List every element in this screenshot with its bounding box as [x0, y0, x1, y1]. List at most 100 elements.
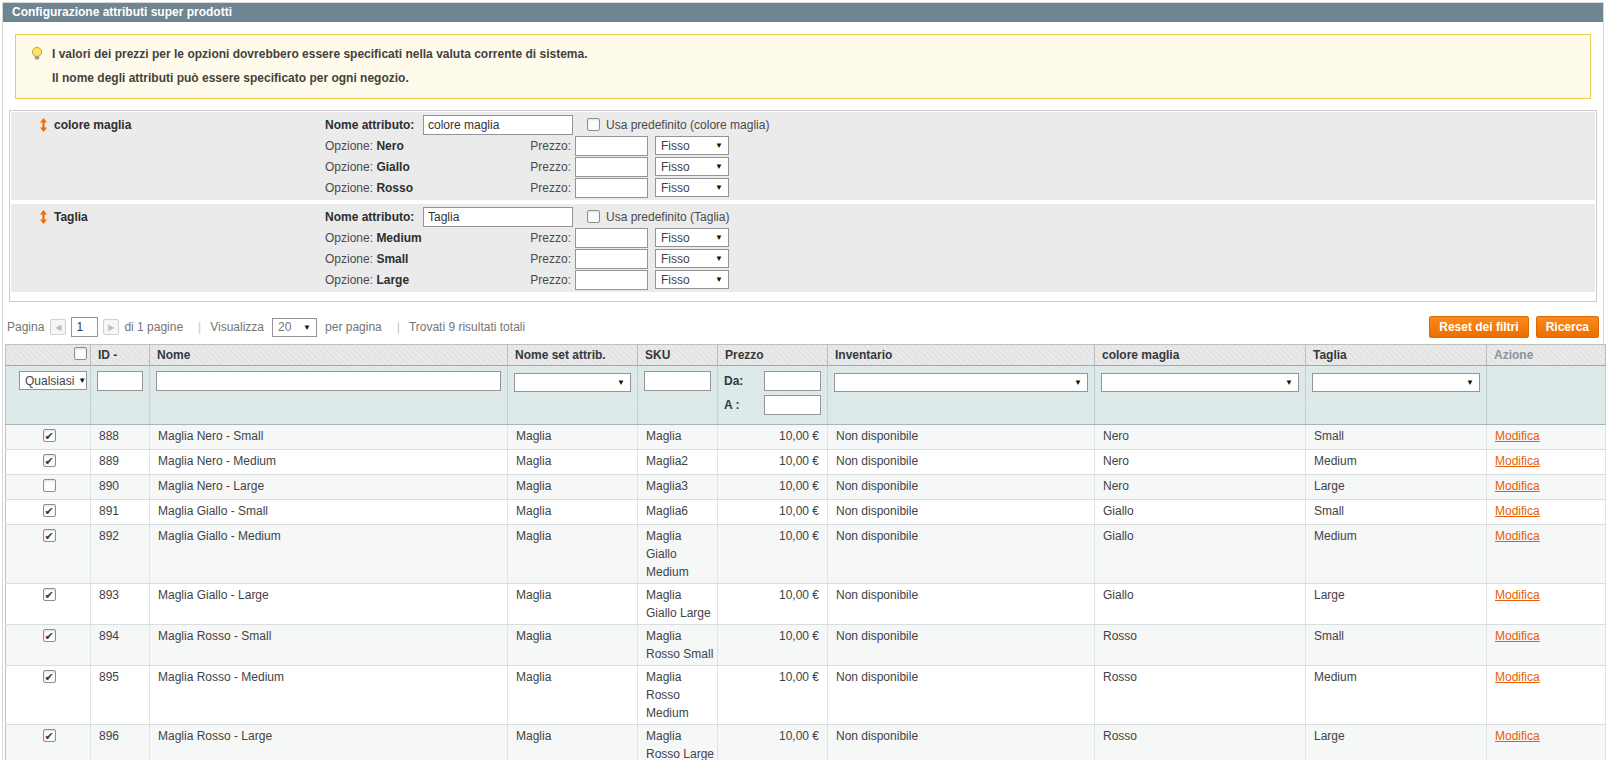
column-header-colore[interactable]: colore maglia — [1095, 345, 1306, 366]
row-checkbox[interactable] — [43, 504, 56, 517]
cell-colore: Rosso — [1095, 625, 1306, 666]
cell-sku: Maglia2 — [638, 450, 718, 475]
row-checkbox[interactable] — [43, 479, 56, 492]
previous-page-button[interactable]: ◀ — [50, 319, 66, 335]
column-header-set[interactable]: Nome set attrib. — [508, 345, 638, 366]
use-default-label: Usa predefinito (colore maglia) — [606, 118, 769, 132]
cell-sku: Maglia3 — [638, 475, 718, 500]
filter-sku-input[interactable] — [644, 371, 711, 391]
row-select-cell — [6, 725, 91, 760]
total-pages-label: di 1 pagine — [124, 320, 183, 334]
modifica-link[interactable]: Modifica — [1495, 454, 1540, 468]
cell-azione: Modifica — [1487, 500, 1606, 525]
option-label: Opzione: Giallo — [325, 160, 530, 174]
chevron-down-icon: ▼ — [715, 254, 723, 263]
cell-set: Maglia — [508, 525, 638, 584]
cell-nome: Maglia Nero - Small — [150, 425, 508, 450]
price-type-value: Fisso — [661, 139, 690, 153]
modifica-link[interactable]: Modifica — [1495, 670, 1540, 684]
select-all-checkbox[interactable] — [74, 347, 87, 360]
modifica-link[interactable]: Modifica — [1495, 429, 1540, 443]
price-label: Prezzo: — [530, 139, 575, 153]
filter-id-input[interactable] — [97, 371, 143, 391]
modifica-link[interactable]: Modifica — [1495, 504, 1540, 518]
page-number-input[interactable] — [71, 317, 98, 337]
modifica-link[interactable]: Modifica — [1495, 588, 1540, 602]
cell-taglia: Large — [1306, 725, 1487, 760]
row-checkbox[interactable] — [43, 588, 56, 601]
filter-nome-input[interactable] — [156, 371, 501, 391]
option-price-input[interactable] — [575, 228, 648, 248]
filter-colore-select[interactable]: ▼ — [1101, 373, 1299, 392]
cell-set: Maglia — [508, 625, 638, 666]
filter-price-to-input[interactable] — [764, 395, 821, 415]
per-page-select[interactable]: 20 ▼ — [272, 318, 317, 337]
row-checkbox[interactable] — [43, 629, 56, 642]
cell-taglia: Medium — [1306, 450, 1487, 475]
grid-toolbar: Pagina ◀ ▶ di 1 pagine | Visualizza 20 ▼… — [5, 316, 1601, 338]
modifica-link[interactable]: Modifica — [1495, 729, 1540, 743]
row-checkbox[interactable] — [43, 429, 56, 442]
price-type-select[interactable]: Fisso ▼ — [655, 249, 729, 268]
drag-handle-icon[interactable] — [40, 118, 47, 132]
filter-set-select[interactable]: ▼ — [514, 373, 631, 392]
cell-prezzo: 10,00 € — [718, 666, 828, 725]
column-header-nome[interactable]: Nome — [150, 345, 508, 366]
option-price-input[interactable] — [575, 178, 648, 198]
row-select-cell — [6, 500, 91, 525]
use-default-checkbox[interactable] — [587, 210, 600, 223]
cell-set: Maglia — [508, 475, 638, 500]
price-type-select[interactable]: Fisso ▼ — [655, 270, 729, 289]
option-price-input[interactable] — [575, 270, 648, 290]
filter-taglia-select[interactable]: ▼ — [1312, 373, 1480, 392]
attribute-name-label: Nome attributo: — [325, 118, 423, 132]
column-header-sku[interactable]: SKU — [638, 345, 718, 366]
column-header-id[interactable]: ID - — [91, 345, 150, 366]
cell-id: 891 — [91, 500, 150, 525]
drag-handle-icon[interactable] — [40, 210, 47, 224]
massaction-select[interactable]: Qualsiasi ▼ — [19, 371, 87, 390]
column-header-inventario[interactable]: Inventario — [828, 345, 1095, 366]
price-type-select[interactable]: Fisso ▼ — [655, 136, 729, 155]
row-checkbox[interactable] — [43, 670, 56, 683]
filter-price-from-input[interactable] — [764, 371, 821, 391]
attribute-name-input[interactable] — [423, 115, 573, 135]
column-header-taglia[interactable]: Taglia — [1306, 345, 1487, 366]
price-type-select[interactable]: Fisso ▼ — [655, 178, 729, 197]
page-label: Pagina — [7, 320, 44, 334]
attribute-name-input[interactable] — [423, 207, 573, 227]
cell-taglia: Large — [1306, 584, 1487, 625]
option-price-input[interactable] — [575, 136, 648, 156]
option-price-input[interactable] — [575, 157, 648, 177]
next-page-button[interactable]: ▶ — [103, 319, 119, 335]
cell-colore: Rosso — [1095, 666, 1306, 725]
column-header-prezzo[interactable]: Prezzo — [718, 345, 828, 366]
search-button[interactable]: Ricerca — [1536, 316, 1599, 338]
attribute-title: colore maglia — [54, 118, 131, 132]
price-type-select[interactable]: Fisso ▼ — [655, 228, 729, 247]
row-checkbox[interactable] — [43, 529, 56, 542]
page: Configurazione attributi super prodotti … — [2, 2, 1604, 760]
modifica-link[interactable]: Modifica — [1495, 529, 1540, 543]
chevron-down-icon: ▼ — [715, 141, 723, 150]
use-default-checkbox[interactable] — [587, 118, 600, 131]
attribute-section: Taglia Nome attributo: Usa predefinito (… — [11, 204, 1595, 292]
cell-sku: Maglia — [638, 425, 718, 450]
cell-inventario: Non disponibile — [828, 475, 1095, 500]
price-type-select[interactable]: Fisso ▼ — [655, 157, 729, 176]
cell-taglia: Small — [1306, 625, 1487, 666]
cell-azione: Modifica — [1487, 625, 1606, 666]
cell-id: 888 — [91, 425, 150, 450]
cell-prezzo: 10,00 € — [718, 525, 828, 584]
price-from-label: Da: — [724, 374, 764, 388]
reset-filters-button[interactable]: Reset dei filtri — [1429, 316, 1528, 338]
cell-id: 890 — [91, 475, 150, 500]
row-checkbox[interactable] — [43, 454, 56, 467]
modifica-link[interactable]: Modifica — [1495, 479, 1540, 493]
chevron-down-icon: ▼ — [715, 233, 723, 242]
option-price-input[interactable] — [575, 249, 648, 269]
filter-cell-prezzo: Da: A : — [718, 366, 828, 425]
row-checkbox[interactable] — [43, 729, 56, 742]
filter-inventario-select[interactable]: ▼ — [834, 373, 1088, 392]
modifica-link[interactable]: Modifica — [1495, 629, 1540, 643]
